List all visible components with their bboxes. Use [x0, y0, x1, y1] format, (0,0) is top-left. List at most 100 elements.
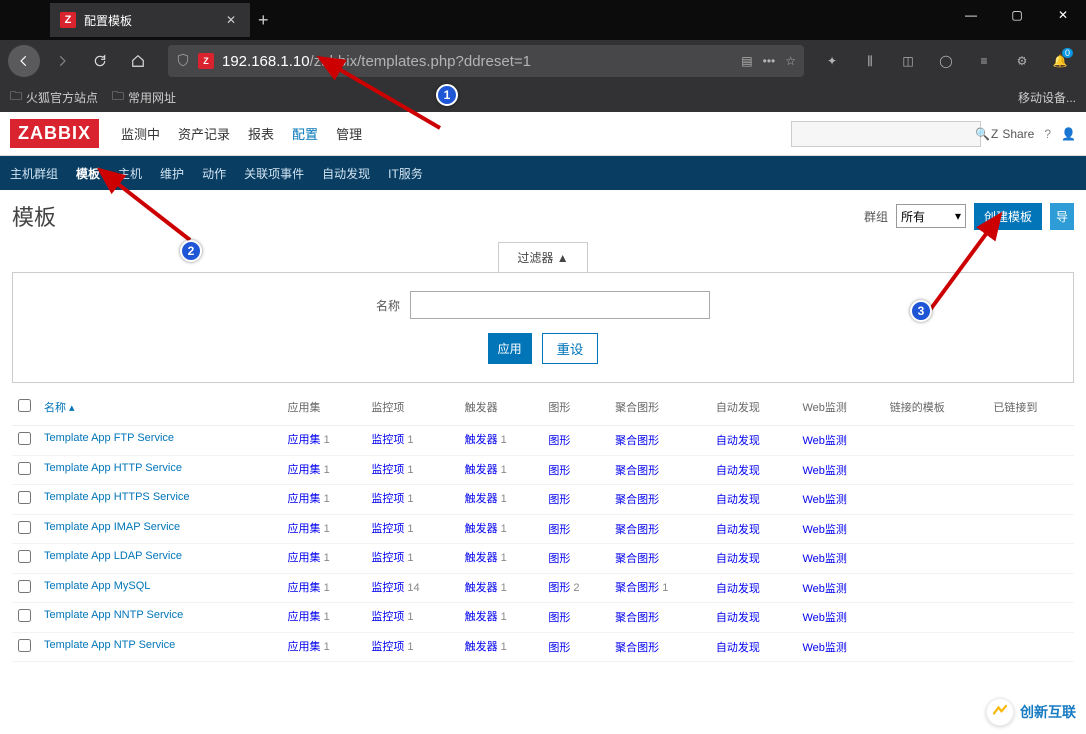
subnav-itservices[interactable]: IT服务 [388, 165, 423, 182]
web-link[interactable]: Web监测 [803, 553, 847, 565]
web-link[interactable]: Web监测 [803, 612, 847, 624]
screens-link[interactable]: 聚合图形 [615, 642, 659, 654]
home-button[interactable] [122, 45, 154, 77]
triggers-link[interactable]: 触发器 [465, 552, 498, 564]
new-tab-button[interactable]: + [258, 10, 269, 31]
web-link[interactable]: Web监测 [803, 465, 847, 477]
maximize-button[interactable]: ▢ [994, 0, 1040, 30]
triggers-link[interactable]: 触发器 [465, 464, 498, 476]
graphs-link[interactable]: 图形 [548, 612, 570, 624]
discovery-link[interactable]: 自动发现 [716, 642, 760, 654]
row-checkbox[interactable] [18, 521, 31, 534]
graphs-link[interactable]: 图形 [548, 582, 570, 594]
close-icon[interactable]: ✕ [222, 11, 240, 29]
bookmark-star-icon[interactable]: ☆ [785, 54, 796, 68]
apps-link[interactable]: 应用集 [288, 464, 321, 476]
bookmark-common[interactable]: 🗀常用网址 [112, 87, 176, 108]
subnav-hostgroups[interactable]: 主机群组 [10, 165, 58, 182]
filter-reset-button[interactable]: 重设 [542, 333, 599, 364]
template-name-link[interactable]: Template App HTTP Service [44, 462, 182, 474]
web-link[interactable]: Web监测 [803, 524, 847, 536]
template-name-link[interactable]: Template App IMAP Service [44, 521, 180, 533]
more-icon[interactable]: ••• [763, 54, 776, 68]
menu-icon[interactable]: ≡ [970, 47, 998, 75]
subnav-correlation[interactable]: 关联项事件 [244, 165, 304, 182]
subnav-discovery[interactable]: 自动发现 [322, 165, 370, 182]
triggers-link[interactable]: 触发器 [465, 434, 498, 446]
row-checkbox[interactable] [18, 580, 31, 593]
template-name-link[interactable]: Template App NTP Service [44, 639, 175, 651]
select-all-checkbox[interactable] [18, 399, 31, 412]
subnav-actions[interactable]: 动作 [202, 165, 226, 182]
share-button[interactable]: ZShare [991, 127, 1034, 141]
account-icon[interactable]: ◯ [932, 47, 960, 75]
discovery-link[interactable]: 自动发现 [716, 583, 760, 595]
bookmark-mobile[interactable]: 移动设备... [1018, 89, 1076, 106]
screens-link[interactable]: 聚合图形 [615, 465, 659, 477]
minimize-button[interactable]: — [948, 0, 994, 30]
close-window-button[interactable]: ✕ [1040, 0, 1086, 30]
create-template-button[interactable]: 创建模板 [974, 203, 1042, 230]
items-link[interactable]: 监控项 [371, 611, 404, 623]
user-icon[interactable]: 👤 [1061, 127, 1076, 141]
triggers-link[interactable]: 触发器 [465, 582, 498, 594]
nav-configuration[interactable]: 配置 [292, 124, 318, 143]
discovery-link[interactable]: 自动发现 [716, 524, 760, 536]
graphs-link[interactable]: 图形 [548, 553, 570, 565]
discovery-link[interactable]: 自动发现 [716, 494, 760, 506]
global-search[interactable]: 🔍 [791, 121, 981, 147]
subnav-hosts[interactable]: 主机 [118, 165, 142, 182]
discovery-link[interactable]: 自动发现 [716, 465, 760, 477]
col-name[interactable]: 名称 ▴ [44, 402, 75, 414]
template-name-link[interactable]: Template App NNTP Service [44, 609, 183, 621]
forward-button[interactable] [46, 45, 78, 77]
back-button[interactable] [8, 45, 40, 77]
search-icon[interactable]: 🔍 [975, 127, 990, 141]
items-link[interactable]: 监控项 [371, 493, 404, 505]
row-checkbox[interactable] [18, 639, 31, 652]
web-link[interactable]: Web监测 [803, 435, 847, 447]
notifications-icon[interactable]: 🔔0 [1046, 47, 1074, 75]
url-bar[interactable]: Z 192.168.1.10/zabbix/templates.php?ddre… [168, 45, 804, 77]
template-name-link[interactable]: Template App FTP Service [44, 432, 174, 444]
discovery-link[interactable]: 自动发现 [716, 553, 760, 565]
search-input[interactable] [798, 126, 975, 141]
apps-link[interactable]: 应用集 [288, 523, 321, 535]
row-checkbox[interactable] [18, 462, 31, 475]
browser-tab[interactable]: Z 配置模板 ✕ [50, 3, 250, 37]
extensions-icon[interactable]: ✦ [818, 47, 846, 75]
nav-inventory[interactable]: 资产记录 [178, 124, 230, 143]
discovery-link[interactable]: 自动发现 [716, 435, 760, 447]
graphs-link[interactable]: 图形 [548, 494, 570, 506]
template-name-link[interactable]: Template App LDAP Service [44, 550, 182, 562]
apps-link[interactable]: 应用集 [288, 493, 321, 505]
triggers-link[interactable]: 触发器 [465, 493, 498, 505]
row-checkbox[interactable] [18, 491, 31, 504]
apps-link[interactable]: 应用集 [288, 552, 321, 564]
library-icon[interactable]: ⫼ [856, 47, 884, 75]
apps-link[interactable]: 应用集 [288, 611, 321, 623]
template-name-link[interactable]: Template App MySQL [44, 580, 150, 592]
screens-link[interactable]: 聚合图形 [615, 582, 659, 594]
subnav-templates[interactable]: 模板 [76, 165, 100, 182]
graphs-link[interactable]: 图形 [548, 435, 570, 447]
gear-icon[interactable]: ⚙ [1008, 47, 1036, 75]
apps-link[interactable]: 应用集 [288, 641, 321, 653]
filter-name-input[interactable] [410, 291, 710, 319]
nav-admin[interactable]: 管理 [336, 124, 362, 143]
row-checkbox[interactable] [18, 432, 31, 445]
subnav-maintenance[interactable]: 维护 [160, 165, 184, 182]
apps-link[interactable]: 应用集 [288, 582, 321, 594]
items-link[interactable]: 监控项 [371, 552, 404, 564]
graphs-link[interactable]: 图形 [548, 524, 570, 536]
reader-icon[interactable]: ▤ [741, 54, 752, 68]
row-checkbox[interactable] [18, 550, 31, 563]
screens-link[interactable]: 聚合图形 [615, 524, 659, 536]
sidebar-icon[interactable]: ◫ [894, 47, 922, 75]
discovery-link[interactable]: 自动发现 [716, 612, 760, 624]
template-name-link[interactable]: Template App HTTPS Service [44, 491, 190, 503]
items-link[interactable]: 监控项 [371, 641, 404, 653]
web-link[interactable]: Web监测 [803, 494, 847, 506]
screens-link[interactable]: 聚合图形 [615, 494, 659, 506]
web-link[interactable]: Web监测 [803, 583, 847, 595]
